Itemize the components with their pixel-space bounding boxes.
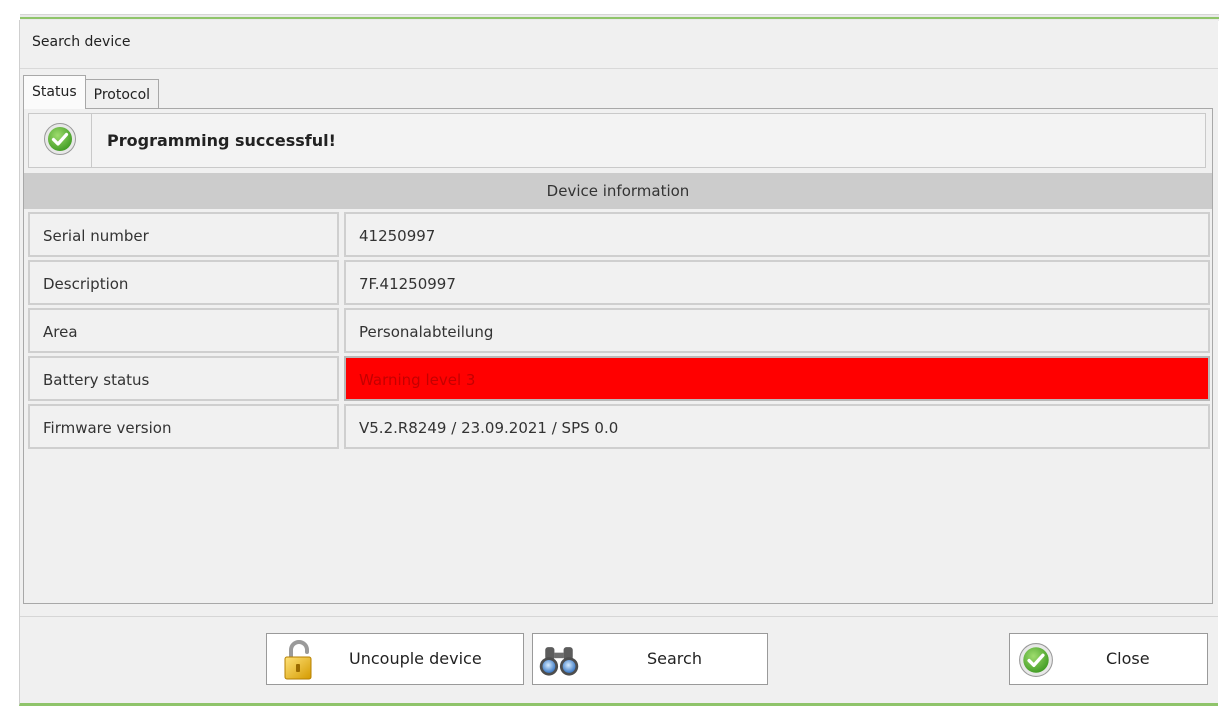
search-button[interactable]: Search [532,633,768,685]
uncouple-device-button[interactable]: Uncouple device [266,633,524,685]
device-information-header: Device information [24,173,1212,209]
battery-status-value: Warning level 3 [344,356,1210,401]
search-label: Search [647,649,702,668]
status-message: Programming successful! [107,131,336,150]
firmware-version-value: V5.2.R8249 / 23.09.2021 / SPS 0.0 [344,404,1210,449]
battery-status-label: Battery status [28,356,339,401]
screen: Search device Status Protocol Programmin… [0,0,1219,727]
status-message-box: Programming successful! [28,113,1206,168]
close-label: Close [1106,649,1150,668]
title-divider [20,68,1218,69]
area-value: Personalabteilung [344,308,1210,353]
table-row: Battery status Warning level 3 [28,355,1212,403]
table-row: Serial number 41250997 [28,211,1212,259]
uncouple-device-label: Uncouple device [349,649,482,668]
search-device-dialog: Search device Status Protocol Programmin… [19,20,1218,706]
close-button[interactable]: Close [1009,633,1208,685]
tab-status[interactable]: Status [23,75,86,109]
dialog-title: Search device [32,34,131,50]
background-accent-line [20,17,1219,19]
check-circle-icon [1014,638,1058,682]
status-icon-cell [29,114,92,167]
binoculars-icon [537,638,581,682]
device-information-table: Serial number 41250997 Description 7F.41… [28,211,1212,451]
table-row: Area Personalabteilung [28,307,1212,355]
description-label: Description [28,260,339,305]
status-tab-panel: Programming successful! Device informati… [23,108,1213,604]
tab-protocol[interactable]: Protocol [84,79,160,109]
serial-number-value: 41250997 [344,212,1210,257]
firmware-version-label: Firmware version [28,404,339,449]
table-row: Firmware version V5.2.R8249 / 23.09.2021… [28,403,1212,451]
table-row: Description 7F.41250997 [28,259,1212,307]
serial-number-label: Serial number [28,212,339,257]
button-bar-divider [20,616,1218,617]
area-label: Area [28,308,339,353]
open-padlock-icon [279,638,323,682]
check-circle-icon [43,122,77,160]
tab-bar: Status Protocol [23,75,160,109]
description-value: 7F.41250997 [344,260,1210,305]
